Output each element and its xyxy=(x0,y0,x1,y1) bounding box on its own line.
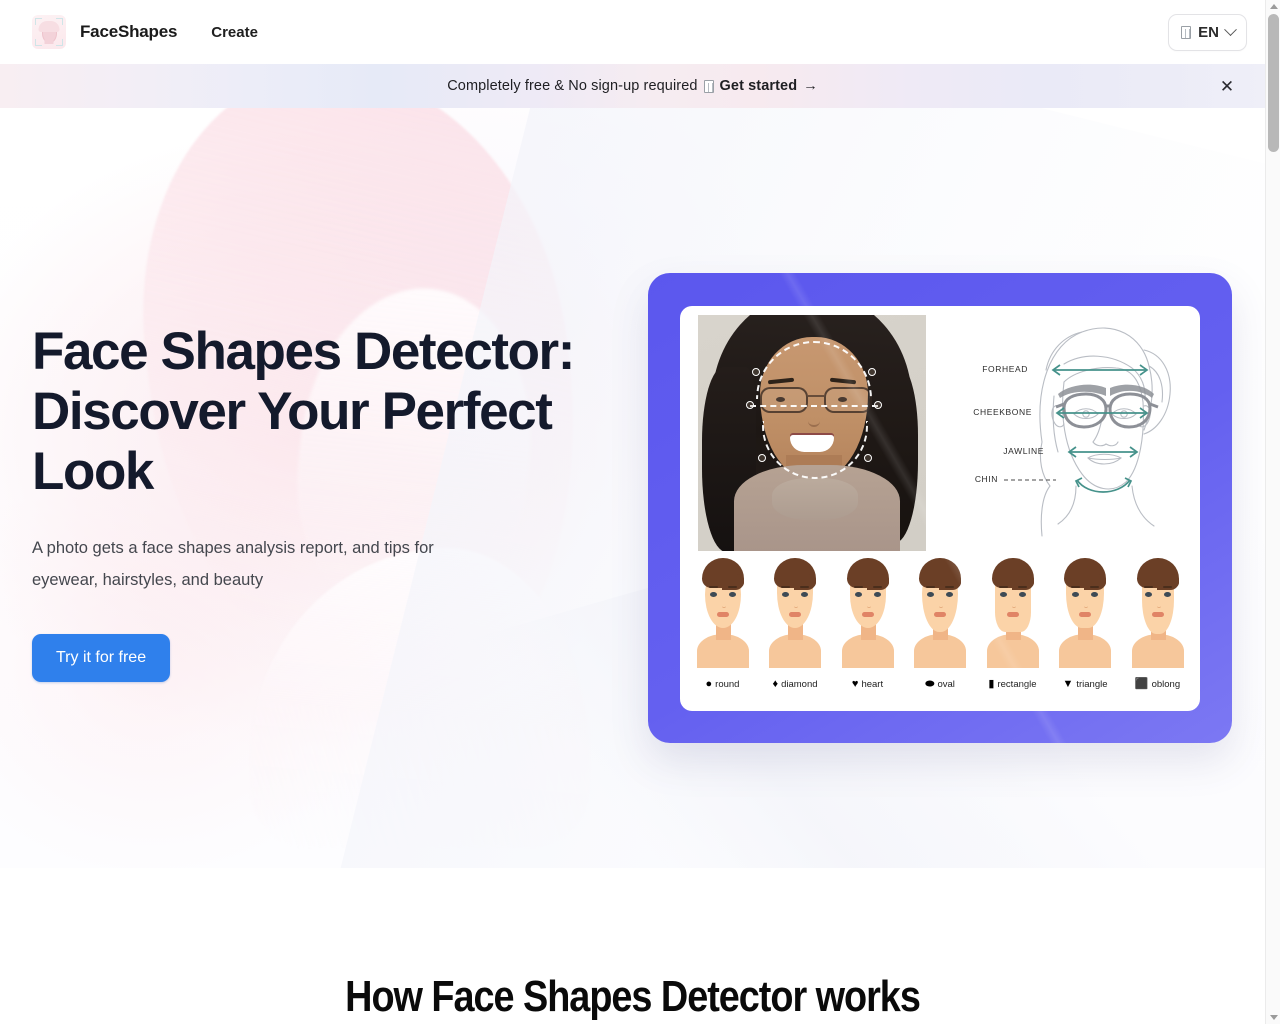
page-title: Face Shapes Detector: Discover Your Perf… xyxy=(32,322,575,501)
face-shape-item-oblong: ⬛ oblong xyxy=(1123,554,1192,711)
hero-preview-card-inner: FORHEAD CHEEKBONE JAWLINE CHIN ● round ♦… xyxy=(680,306,1200,711)
shape-glyph-round: ● xyxy=(705,678,713,690)
measurement-label-forhead: FORHEAD xyxy=(982,364,1028,374)
face-shape-label-oval: ⬬ oval xyxy=(925,678,955,691)
shape-name-heart: heart xyxy=(861,679,884,690)
promo-banner-text: Completely free & No sign-up required Ge… xyxy=(447,78,818,94)
nav-item-create[interactable]: Create xyxy=(211,24,258,41)
face-shape-item-round: ● round xyxy=(688,554,757,711)
shape-name-oblong: oblong xyxy=(1151,679,1181,690)
hero-subtitle: A photo gets a face shapes analysis repo… xyxy=(32,539,434,589)
brand-name: FaceShapes xyxy=(80,22,178,41)
promo-banner: Completely free & No sign-up required Ge… xyxy=(0,64,1265,108)
face-shape-label-oblong: ⬛ oblong xyxy=(1134,678,1181,691)
face-shape-item-triangle: ▼ triangle xyxy=(1051,554,1120,711)
face-illustration-heart xyxy=(837,554,899,674)
face-illustration-oval xyxy=(909,554,971,674)
analysis-preview-top: FORHEAD CHEEKBONE JAWLINE CHIN xyxy=(680,306,1200,558)
face-shape-item-oval: ⬬ oval xyxy=(906,554,975,711)
face-illustration-round xyxy=(692,554,754,674)
face-illustration-rectangle xyxy=(982,554,1044,674)
face-measurement-svg xyxy=(1004,327,1171,537)
page-scrollbar[interactable] xyxy=(1265,0,1280,1024)
shape-glyph-triangle: ▼ xyxy=(1062,678,1074,690)
eyeglasses-overlay xyxy=(760,387,872,415)
browser-viewport: FaceShapes Create EN Completely free & N… xyxy=(0,0,1280,1024)
hero-section: Face Shapes Detector: Discover Your Perf… xyxy=(0,108,1265,868)
hero-text-block: Face Shapes Detector: Discover Your Perf… xyxy=(32,322,592,682)
shape-name-triangle: triangle xyxy=(1076,679,1108,690)
missing-emoji-glyph-icon xyxy=(703,79,714,93)
face-illustration-triangle xyxy=(1054,554,1116,674)
brand[interactable]: FaceShapes xyxy=(32,15,177,49)
language-code: EN xyxy=(1198,23,1219,41)
shape-glyph-heart: ♥ xyxy=(851,678,859,690)
face-shape-label-diamond: ♦ diamond xyxy=(772,678,818,691)
site-header: FaceShapes Create EN xyxy=(0,0,1265,64)
shape-name-oval: oval xyxy=(937,679,955,690)
flag-missing-glyph-icon xyxy=(1181,25,1192,39)
face-detect-logo-icon xyxy=(32,15,66,49)
promo-banner-cta[interactable]: Get started xyxy=(720,78,798,94)
face-landmark-overlay xyxy=(698,315,926,551)
measurement-label-chin: CHIN xyxy=(974,474,998,484)
face-shape-gallery: ● round ♦ diamond ♥ heart ⬬ oval ▮ recta… xyxy=(680,554,1200,711)
measurement-label-cheekbone: CHEEKBONE xyxy=(973,407,1032,417)
close-icon[interactable]: ✕ xyxy=(1216,75,1238,97)
shape-glyph-rectangle: ▮ xyxy=(988,678,995,690)
scroll-down-arrow-icon[interactable] xyxy=(1266,1011,1280,1024)
promo-banner-arrow-icon: → xyxy=(803,78,818,94)
sample-face-photo xyxy=(698,315,926,551)
shape-glyph-oblong: ⬛ xyxy=(1134,678,1149,690)
face-shape-item-diamond: ♦ diamond xyxy=(761,554,830,711)
try-it-for-free-button[interactable]: Try it for free xyxy=(32,634,171,682)
language-selector[interactable]: EN xyxy=(1168,13,1247,51)
face-shape-label-rectangle: ▮ rectangle xyxy=(988,678,1037,691)
face-shape-item-rectangle: ▮ rectangle xyxy=(978,554,1047,711)
shape-name-round: round xyxy=(715,679,740,690)
face-illustration-oblong xyxy=(1127,554,1189,674)
chevron-down-icon xyxy=(1224,22,1237,36)
face-shape-label-triangle: ▼ triangle xyxy=(1062,678,1108,691)
face-measurement-diagram: FORHEAD CHEEKBONE JAWLINE CHIN xyxy=(946,310,1196,554)
shape-name-rectangle: rectangle xyxy=(997,679,1037,690)
how-it-works-title: How Face Shapes Detector works xyxy=(345,972,921,1021)
scroll-up-arrow-icon[interactable] xyxy=(1266,0,1280,13)
measurement-label-jawline: JAWLINE xyxy=(1003,446,1044,456)
face-illustration-diamond xyxy=(764,554,826,674)
face-shape-label-round: ● round xyxy=(705,678,740,691)
shape-glyph-diamond: ♦ xyxy=(772,678,779,690)
promo-banner-message: Completely free & No sign-up required xyxy=(447,78,698,94)
hero-preview-card: FORHEAD CHEEKBONE JAWLINE CHIN ● round ♦… xyxy=(648,273,1232,743)
face-shape-item-heart: ♥ heart xyxy=(833,554,902,711)
shape-name-diamond: diamond xyxy=(781,679,818,690)
shape-glyph-oval: ⬬ xyxy=(925,678,935,690)
scrollbar-thumb[interactable] xyxy=(1268,14,1279,152)
face-shape-label-heart: ♥ heart xyxy=(851,678,884,691)
